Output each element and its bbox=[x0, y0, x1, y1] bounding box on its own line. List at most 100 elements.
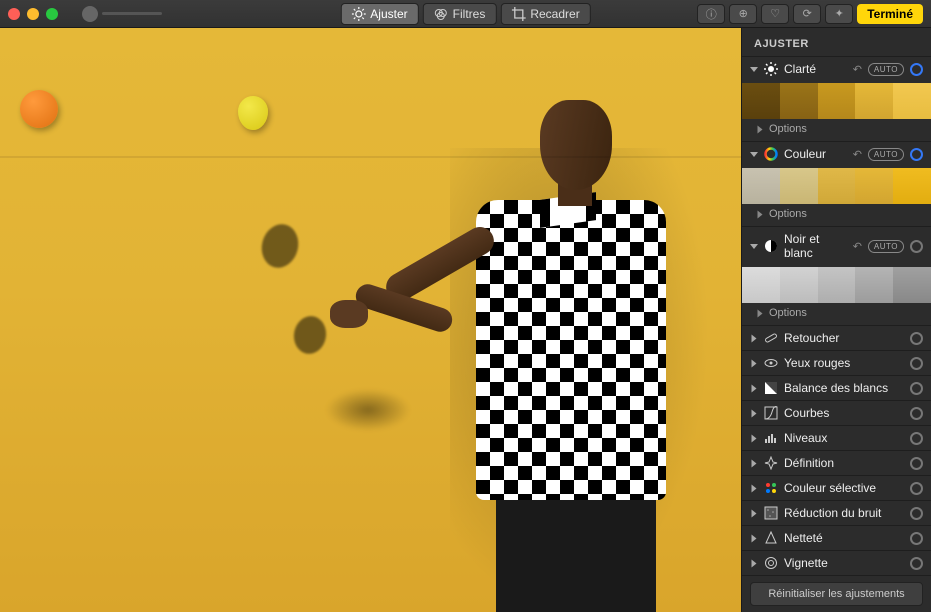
chevron-right-icon bbox=[758, 210, 763, 218]
filters-icon bbox=[434, 7, 448, 21]
sidebar-title: AJUSTER bbox=[742, 28, 931, 56]
auto-button[interactable]: AUTO bbox=[868, 148, 904, 161]
tab-adjust-label: Ajuster bbox=[370, 7, 407, 21]
enable-ring-icon[interactable] bbox=[910, 63, 923, 76]
enhance-button[interactable]: ✦ bbox=[825, 4, 853, 24]
section-retouch-label: Retoucher bbox=[784, 331, 904, 345]
section-color-label: Couleur bbox=[784, 147, 847, 161]
done-button[interactable]: Terminé bbox=[857, 4, 923, 24]
section-definition-header[interactable]: Définition bbox=[742, 451, 931, 475]
enable-ring-icon[interactable] bbox=[910, 557, 923, 570]
info-button[interactable]: ⓘ bbox=[697, 4, 725, 24]
fullscreen-window-button[interactable] bbox=[46, 8, 58, 20]
auto-button[interactable]: AUTO bbox=[868, 63, 904, 76]
section-curves-label: Courbes bbox=[784, 406, 904, 420]
curves-icon bbox=[764, 406, 778, 420]
section-levels-header[interactable]: Niveaux bbox=[742, 426, 931, 450]
section-bw: Noir et blanc ↶ AUTO Options bbox=[742, 226, 931, 325]
adjust-sidebar: AJUSTER Clarté ↶ AUTO bbox=[741, 28, 931, 612]
noise-icon bbox=[764, 506, 778, 520]
chevron-right-icon bbox=[752, 509, 757, 517]
chevron-down-icon bbox=[750, 152, 758, 157]
light-options-label: Options bbox=[769, 123, 807, 135]
enable-ring-icon[interactable] bbox=[910, 357, 923, 370]
undo-icon[interactable]: ↶ bbox=[853, 148, 862, 161]
section-noise-header[interactable]: Réduction du bruit bbox=[742, 501, 931, 525]
enable-ring-icon[interactable] bbox=[910, 332, 923, 345]
section-noise: Réduction du bruit bbox=[742, 500, 931, 525]
enable-ring-icon[interactable] bbox=[910, 382, 923, 395]
light-thumbs[interactable] bbox=[742, 83, 931, 119]
tab-crop-label: Recadrer bbox=[530, 7, 579, 21]
favorite-button[interactable]: ♡ bbox=[761, 4, 789, 24]
minimize-window-button[interactable] bbox=[27, 8, 39, 20]
color-options-row[interactable]: Options bbox=[742, 204, 931, 226]
enable-ring-icon[interactable] bbox=[910, 532, 923, 545]
chevron-right-icon bbox=[752, 359, 757, 367]
section-bw-label: Noir et blanc bbox=[784, 232, 847, 260]
tab-crop[interactable]: Recadrer bbox=[500, 3, 590, 25]
tab-filters[interactable]: Filtres bbox=[423, 3, 497, 25]
section-wb-header[interactable]: Balance des blancs bbox=[742, 376, 931, 400]
section-vignette: Vignette bbox=[742, 550, 931, 575]
section-color-header[interactable]: Couleur ↶ AUTO bbox=[742, 142, 931, 166]
section-curves: Courbes bbox=[742, 400, 931, 425]
wb-icon bbox=[764, 381, 778, 395]
close-window-button[interactable] bbox=[8, 8, 20, 20]
section-curves-header[interactable]: Courbes bbox=[742, 401, 931, 425]
section-selcolor: Couleur sélective bbox=[742, 475, 931, 500]
undo-icon[interactable]: ↶ bbox=[853, 240, 862, 253]
section-levels: Niveaux bbox=[742, 425, 931, 450]
section-color: Couleur ↶ AUTO Options bbox=[742, 141, 931, 226]
section-retouch-header[interactable]: Retoucher bbox=[742, 326, 931, 350]
photo-canvas[interactable] bbox=[0, 28, 741, 612]
enable-ring-icon[interactable] bbox=[910, 148, 923, 161]
enable-ring-icon[interactable] bbox=[910, 432, 923, 445]
window-controls bbox=[8, 8, 58, 20]
rotate-icon: ⟳ bbox=[803, 7, 812, 20]
wand-icon: ✦ bbox=[835, 7, 844, 20]
toolbar-right: ⓘ ⊕ ♡ ⟳ ✦ Terminé bbox=[697, 4, 923, 24]
chevron-right-icon bbox=[758, 125, 763, 133]
light-options-row[interactable]: Options bbox=[742, 119, 931, 141]
section-sharpen-header[interactable]: Netteté bbox=[742, 526, 931, 550]
section-redeye-label: Yeux rouges bbox=[784, 356, 904, 370]
zoom-slider[interactable] bbox=[82, 6, 162, 22]
undo-icon[interactable]: ↶ bbox=[853, 63, 862, 76]
chevron-down-icon bbox=[750, 67, 758, 72]
titlebar: Ajuster Filtres Recadrer ⓘ ⊕ ♡ ⟳ ✦ Termi… bbox=[0, 0, 931, 28]
edit-mode-tabs: Ajuster Filtres Recadrer bbox=[340, 3, 590, 25]
enable-ring-icon[interactable] bbox=[910, 482, 923, 495]
photo-object-orange bbox=[20, 90, 58, 128]
chevron-right-icon bbox=[752, 534, 757, 542]
adjust-icon bbox=[351, 7, 365, 21]
enable-ring-icon[interactable] bbox=[910, 240, 923, 253]
section-definition: Définition bbox=[742, 450, 931, 475]
section-light-header[interactable]: Clarté ↶ AUTO bbox=[742, 57, 931, 81]
enable-ring-icon[interactable] bbox=[910, 507, 923, 520]
photo-object-lemon bbox=[238, 96, 268, 130]
more-button[interactable]: ⊕ bbox=[729, 4, 757, 24]
enable-ring-icon[interactable] bbox=[910, 457, 923, 470]
section-definition-label: Définition bbox=[784, 456, 904, 470]
heart-icon: ♡ bbox=[770, 7, 780, 20]
light-icon bbox=[764, 62, 778, 76]
section-vignette-header[interactable]: Vignette bbox=[742, 551, 931, 575]
section-selcolor-header[interactable]: Couleur sélective bbox=[742, 476, 931, 500]
reset-adjustments-button[interactable]: Réinitialiser les ajustements bbox=[750, 582, 923, 606]
section-redeye-header[interactable]: Yeux rouges bbox=[742, 351, 931, 375]
section-noise-label: Réduction du bruit bbox=[784, 506, 904, 520]
section-bw-header[interactable]: Noir et blanc ↶ AUTO bbox=[742, 227, 931, 265]
chevron-right-icon bbox=[752, 434, 757, 442]
tab-adjust[interactable]: Ajuster bbox=[340, 3, 418, 25]
rotate-button[interactable]: ⟳ bbox=[793, 4, 821, 24]
bw-options-row[interactable]: Options bbox=[742, 303, 931, 325]
bw-thumbs[interactable] bbox=[742, 267, 931, 303]
chevron-right-icon bbox=[758, 309, 763, 317]
enable-ring-icon[interactable] bbox=[910, 407, 923, 420]
photo-subject-person bbox=[440, 100, 700, 610]
bandage-icon bbox=[764, 331, 778, 345]
color-thumbs[interactable] bbox=[742, 168, 931, 204]
chevron-right-icon bbox=[752, 484, 757, 492]
auto-button[interactable]: AUTO bbox=[868, 240, 904, 253]
